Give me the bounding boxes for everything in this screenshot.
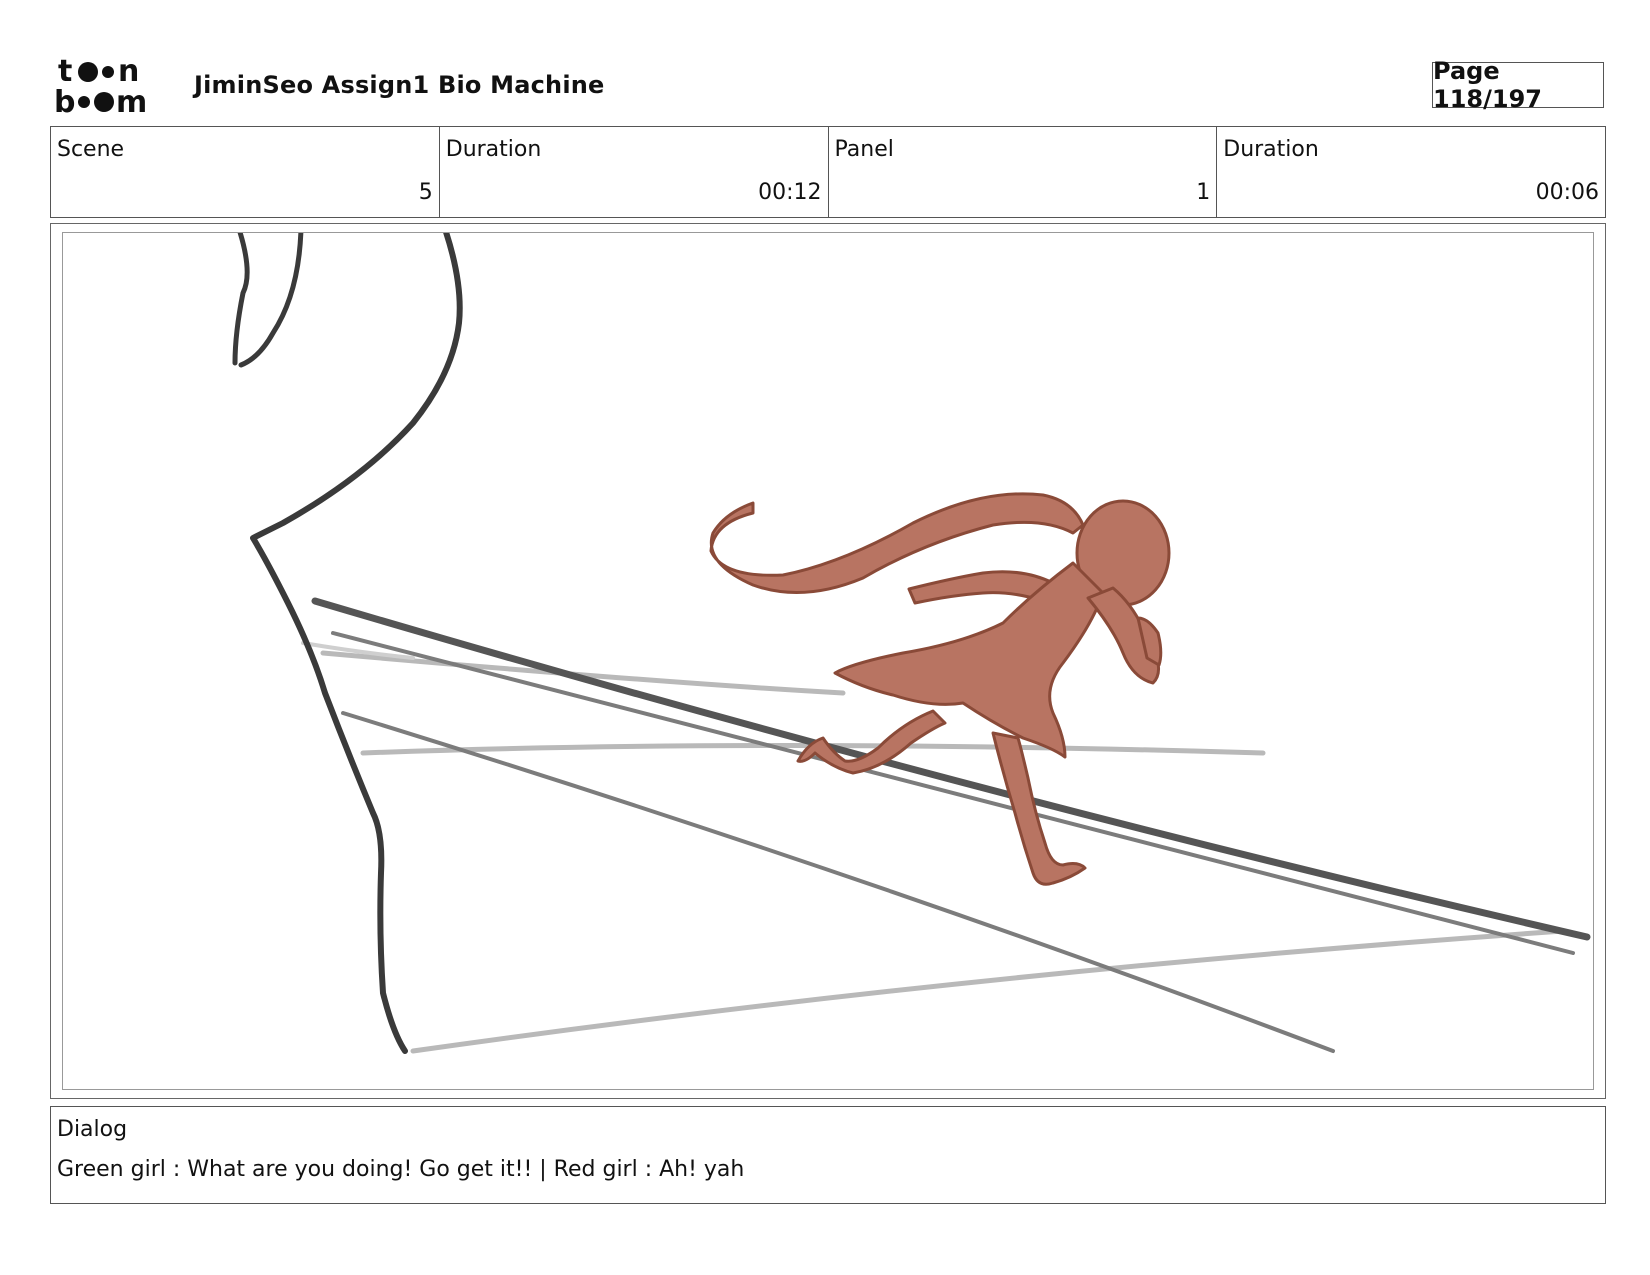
project-title: JiminSeo Assign1 Bio Machine	[194, 71, 605, 99]
svg-text:t: t	[58, 54, 72, 89]
panel-duration-label: Duration	[1223, 137, 1319, 162]
dialog-text: Green girl : What are you doing! Go get …	[57, 1157, 745, 1182]
scene-value: 5	[418, 180, 433, 205]
scene-label: Scene	[57, 137, 125, 162]
svg-text:m: m	[116, 85, 147, 116]
dialog-label: Dialog	[57, 1117, 128, 1142]
panel-label: Panel	[834, 137, 894, 162]
panel-cell: Panel 1	[829, 127, 1218, 217]
svg-text:n: n	[118, 54, 139, 89]
scene-duration-cell: Duration 00:12	[440, 127, 829, 217]
scene-duration-value: 00:12	[758, 180, 822, 205]
panel-value: 1	[1196, 180, 1211, 205]
scene-info-table: Scene 5 Duration 00:12 Panel 1 Duration …	[50, 126, 1606, 218]
dialog-box: Dialog Green girl : What are you doing! …	[50, 1106, 1606, 1204]
page-indicator: Page 118/197	[1432, 57, 1604, 113]
storyboard-panel-drawing	[62, 232, 1594, 1090]
scene-cell: Scene 5	[51, 127, 440, 217]
scene-duration-label: Duration	[445, 137, 542, 162]
foreground-figure-outline	[232, 233, 463, 1054]
panel-duration-value: 00:06	[1535, 180, 1599, 205]
panel-duration-cell: Duration 00:06	[1217, 127, 1605, 217]
svg-text:b: b	[54, 85, 75, 116]
toon-boom-logo: t n b m	[54, 52, 174, 120]
